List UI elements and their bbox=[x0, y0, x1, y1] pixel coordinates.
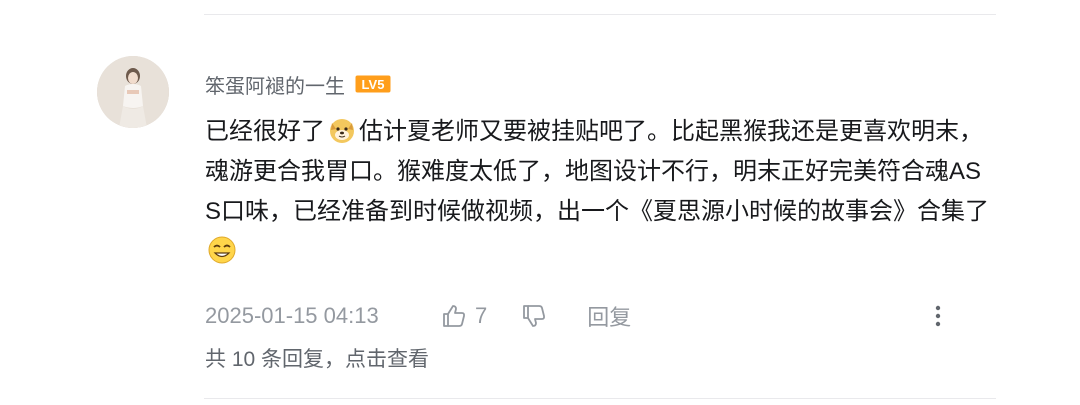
svg-text:LV5: LV5 bbox=[362, 77, 385, 92]
timestamp: 2025-01-15 04:13 bbox=[205, 303, 379, 328]
thumbs-up-icon bbox=[443, 305, 465, 327]
comment-meta-row: 2025-01-15 04:13 7 回复 bbox=[205, 300, 631, 332]
thumbs-down-icon bbox=[523, 305, 546, 327]
comment-text-part1: 已经很好了 bbox=[205, 118, 325, 145]
reply-button[interactable]: 回复 bbox=[587, 300, 631, 332]
username[interactable]: 笨蛋阿褪的一生 bbox=[205, 70, 345, 99]
comment-text: 已经很好了 估计夏老师又要被挂贴吧了。比起黑猴我还是更喜欢明末，魂游更合我胃口。猴… bbox=[205, 112, 995, 272]
divider-top bbox=[204, 14, 996, 15]
level-badge-icon: LV5 bbox=[355, 75, 391, 93]
username-row: 笨蛋阿褪的一生 LV5 bbox=[205, 70, 391, 98]
avatar[interactable] bbox=[97, 56, 169, 128]
level-badge: LV5 bbox=[355, 75, 391, 93]
divider-bottom bbox=[204, 398, 996, 399]
like-button[interactable]: 7 bbox=[441, 303, 487, 329]
view-replies-link[interactable]: 共 10 条回复，点击查看 bbox=[205, 343, 429, 373]
smirk-emoji-icon bbox=[207, 235, 237, 265]
more-vertical-icon bbox=[935, 305, 941, 327]
like-count: 7 bbox=[475, 303, 488, 328]
dog-emoji-icon bbox=[327, 115, 357, 145]
dislike-button[interactable] bbox=[521, 303, 547, 329]
more-button[interactable] bbox=[924, 302, 952, 330]
